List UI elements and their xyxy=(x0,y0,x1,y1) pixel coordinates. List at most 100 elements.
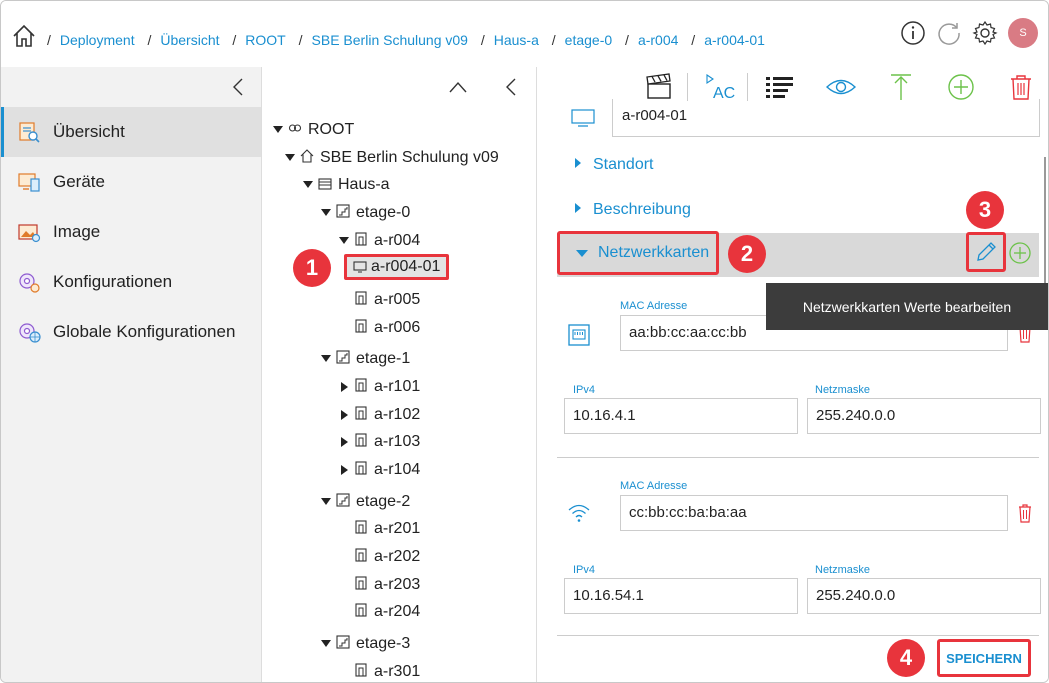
tree-node-a-r004[interactable]: a-r004 xyxy=(339,229,421,253)
home-icon[interactable] xyxy=(11,23,37,49)
breadcrumb-root[interactable]: ROOT xyxy=(245,32,285,48)
tree-node-label: SBE Berlin Schulung v09 xyxy=(320,149,499,166)
expanded-arrow-icon[interactable] xyxy=(303,181,313,188)
chevron-up-icon[interactable] xyxy=(448,79,468,95)
expanded-arrow-icon[interactable] xyxy=(339,237,349,244)
expanded-arrow-icon[interactable] xyxy=(321,498,331,505)
list-icon[interactable] xyxy=(764,72,796,102)
expanded-arrow-icon[interactable] xyxy=(273,126,283,133)
section-standort[interactable]: Standort xyxy=(575,156,653,174)
tree-node-etage-2[interactable]: etage-2 xyxy=(321,490,411,514)
breadcrumb-separator: / xyxy=(625,32,629,48)
breadcrumb-sbe[interactable]: SBE Berlin Schulung v09 xyxy=(312,32,468,48)
tree-node-etage-3[interactable]: etage-3 xyxy=(321,632,410,656)
collapse-tree-icon[interactable] xyxy=(504,77,518,97)
tree-node-sbe[interactable]: SBE Berlin Schulung v09 xyxy=(285,146,499,170)
breadcrumb-a-r004-01[interactable]: a-r004-01 xyxy=(704,32,765,48)
tree-node-label: a-r204 xyxy=(374,603,421,620)
tree-node-label: Haus-a xyxy=(338,176,390,193)
expanded-arrow-icon[interactable] xyxy=(285,154,295,161)
eye-icon[interactable] xyxy=(825,72,857,102)
save-button[interactable]: SPEICHERN xyxy=(937,639,1031,677)
delete-icon[interactable] xyxy=(1005,72,1037,102)
collapsed-arrow-icon[interactable] xyxy=(341,382,348,392)
section-netzwerkkarten[interactable]: Netzwerkkarten xyxy=(557,231,719,275)
ipv4-input[interactable]: 10.16.4.1 xyxy=(564,398,798,434)
breadcrumb-etage-0[interactable]: etage-0 xyxy=(565,32,612,48)
breadcrumb-separator: / xyxy=(480,32,485,48)
tree-node-a-r202[interactable]: a-r202 xyxy=(354,545,420,569)
ipv4-input[interactable]: 10.16.54.1 xyxy=(564,578,798,614)
sidebar-item-image[interactable]: Image xyxy=(1,207,261,257)
tree-node-a-r204[interactable]: a-r204 xyxy=(354,600,420,624)
tree-node-a-r201[interactable]: a-r201 xyxy=(354,517,420,541)
ac-icon[interactable]: AC xyxy=(704,72,736,102)
sidebar-item-uebersicht[interactable]: Übersicht xyxy=(1,107,261,157)
tree-node-a-r203[interactable]: a-r203 xyxy=(354,573,420,597)
refresh-icon[interactable] xyxy=(936,20,962,46)
tree-node-etage-0[interactable]: etage-0 xyxy=(321,201,411,225)
tree-node-label: etage-2 xyxy=(356,493,411,510)
section-title: Netzwerkkarten xyxy=(598,244,710,261)
breadcrumb-haus-a[interactable]: Haus-a xyxy=(494,32,539,48)
gear-icon[interactable] xyxy=(972,20,998,46)
building-icon xyxy=(318,178,332,190)
step-badge-3: 3 xyxy=(966,191,1004,229)
mac-input[interactable]: cc:bb:cc:ba:ba:aa xyxy=(620,495,1008,531)
netmask-input[interactable]: 255.240.0.0 xyxy=(807,578,1041,614)
breadcrumb-separator: / xyxy=(551,32,556,48)
room-icon xyxy=(355,576,367,590)
tree-node-a-r103[interactable]: a-r103 xyxy=(341,430,420,454)
add-icon[interactable] xyxy=(945,72,977,102)
tree-node-label: a-r102 xyxy=(374,406,421,423)
tree-node-etage-1[interactable]: etage-1 xyxy=(321,347,411,371)
edit-nics-button[interactable] xyxy=(966,232,1006,272)
tree-node-a-r102[interactable]: a-r102 xyxy=(341,403,421,427)
breadcrumb-uebersicht[interactable]: Übersicht xyxy=(160,32,219,48)
tree-node-a-r005[interactable]: a-r005 xyxy=(354,288,420,312)
info-icon[interactable] xyxy=(900,20,926,46)
collapsed-arrow-icon[interactable] xyxy=(341,410,348,420)
tree-node-label: a-r004 xyxy=(374,232,421,249)
section-beschreibung[interactable]: Beschreibung xyxy=(575,201,691,219)
breadcrumb-a-r004[interactable]: a-r004 xyxy=(638,32,678,48)
expanded-arrow-icon[interactable] xyxy=(321,355,331,362)
monitor-icon xyxy=(353,261,367,273)
tree-node-haus-a[interactable]: Haus-a xyxy=(303,173,390,197)
tree-node-label: etage-1 xyxy=(356,350,411,367)
add-nic-icon[interactable] xyxy=(1009,242,1031,264)
breadcrumb-deployment[interactable]: Deployment xyxy=(60,32,135,48)
tree-node-label: etage-0 xyxy=(356,204,411,221)
ipv4-label: IPv4 xyxy=(573,564,596,576)
avatar[interactable]: S xyxy=(1008,18,1038,48)
tree-node-a-r004-01[interactable]: a-r004-01 xyxy=(344,254,450,280)
device-name-input[interactable]: a-r004-01 xyxy=(612,99,1040,137)
sidebar-nav: Übersicht Geräte Image Konfigurationen G… xyxy=(1,107,261,357)
tree-node-a-r101[interactable]: a-r101 xyxy=(341,375,420,399)
netmask-input[interactable]: 255.240.0.0 xyxy=(807,398,1041,434)
sidebar-item-label: Geräte xyxy=(53,172,105,191)
tree-node-root[interactable]: ROOT xyxy=(273,118,354,142)
tree-node-a-r006[interactable]: a-r006 xyxy=(354,316,420,340)
delete-nic-icon[interactable] xyxy=(1017,503,1033,523)
tooltip: Netzwerkkarten Werte bearbeiten xyxy=(766,283,1048,330)
expanded-arrow-icon[interactable] xyxy=(321,640,331,647)
tree-node-label: a-r006 xyxy=(374,319,421,336)
upload-icon[interactable] xyxy=(885,72,917,102)
tree-node-a-r301[interactable]: a-r301 xyxy=(354,660,420,682)
pencil-icon xyxy=(977,242,996,261)
tree-node-a-r104[interactable]: a-r104 xyxy=(341,458,420,482)
floor-icon xyxy=(336,493,350,507)
expanded-arrow-icon[interactable] xyxy=(321,209,331,216)
header-actions: S xyxy=(900,17,1038,49)
devices-icon xyxy=(18,173,40,192)
clapper-icon[interactable] xyxy=(643,72,675,102)
collapsed-arrow-icon[interactable] xyxy=(341,437,348,447)
collapsed-arrow-icon[interactable] xyxy=(341,465,348,475)
mac-label: MAC Adresse xyxy=(620,480,688,492)
sidebar-item-geraete[interactable]: Geräte xyxy=(1,157,261,207)
collapse-sidebar-icon[interactable] xyxy=(231,77,245,97)
sidebar-item-konfigurationen[interactable]: Konfigurationen xyxy=(1,257,261,307)
sidebar-item-globale-konfigurationen[interactable]: Globale Konfigurationen xyxy=(1,307,261,357)
sidebar-item-label: Übersicht xyxy=(53,122,125,141)
